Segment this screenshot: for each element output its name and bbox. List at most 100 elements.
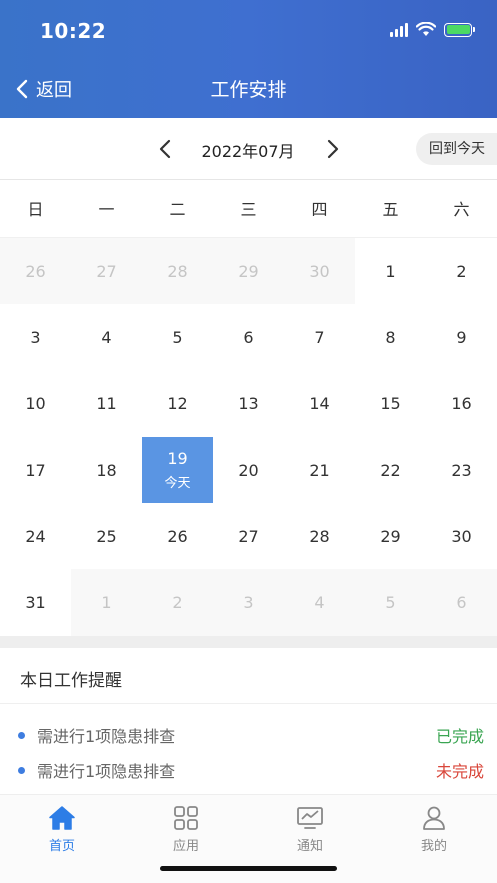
day-number: 27 bbox=[96, 261, 117, 281]
calendar-day[interactable]: 28 bbox=[284, 503, 355, 569]
tab-notifications-label: 通知 bbox=[296, 839, 323, 854]
calendar-day[interactable]: 26 bbox=[142, 503, 213, 569]
day-number: 2 bbox=[172, 593, 183, 613]
calendar-day[interactable]: 23 bbox=[426, 437, 497, 503]
calendar-day[interactable]: 9 bbox=[426, 304, 497, 370]
prev-month-button[interactable] bbox=[156, 138, 176, 164]
calendar-day[interactable]: 14 bbox=[284, 371, 355, 437]
tab-home[interactable]: 首页 bbox=[17, 805, 107, 854]
day-number: 3 bbox=[243, 593, 254, 613]
calendar-day-today[interactable]: 19 今天 bbox=[142, 436, 213, 504]
calendar-day[interactable]: 2 bbox=[142, 569, 213, 636]
month-navigation: 2022年07月 回到今天 bbox=[0, 118, 497, 180]
apps-grid-icon bbox=[174, 806, 198, 830]
calendar-day[interactable]: 5 bbox=[355, 569, 426, 636]
reminder-text: 需进行1项隐患排查 bbox=[37, 727, 176, 746]
calendar-day[interactable]: 12 bbox=[142, 371, 213, 437]
day-number: 4 bbox=[314, 593, 325, 613]
weekday-wed: 三 bbox=[240, 200, 257, 219]
calendar-day[interactable]: 3 bbox=[213, 569, 284, 636]
calendar-day[interactable]: 17 bbox=[0, 437, 71, 503]
calendar-grid: 26 27 28 29 30 1 2 3 4 5 6 7 8 9 10 11 12 13 14 15 16 17 18 19 今… bbox=[0, 238, 497, 636]
month-label: 2022年07月 bbox=[201, 142, 295, 161]
bullet-dot-icon bbox=[18, 766, 25, 774]
calendar-day[interactable]: 10 bbox=[0, 371, 71, 437]
tab-apps-label: 应用 bbox=[172, 839, 199, 854]
calendar-day[interactable]: 7 bbox=[284, 304, 355, 370]
weekday-fri: 五 bbox=[382, 200, 399, 219]
day-number: 17 bbox=[25, 460, 46, 480]
app-header: 10:22 返回 工作安排 bbox=[0, 0, 497, 118]
calendar-day[interactable]: 31 bbox=[0, 569, 71, 635]
weekday-mon: 一 bbox=[98, 200, 115, 219]
bullet-dot-icon bbox=[18, 731, 25, 739]
calendar-day[interactable]: 16 bbox=[426, 371, 497, 437]
day-number: 6 bbox=[243, 327, 254, 347]
calendar-day[interactable]: 18 bbox=[71, 437, 142, 503]
calendar-day[interactable]: 1 bbox=[355, 238, 426, 304]
calendar-day[interactable]: 8 bbox=[355, 304, 426, 370]
reminder-item[interactable]: 需进行1项隐患排查 未完成 bbox=[18, 756, 484, 784]
calendar-day[interactable]: 30 bbox=[284, 238, 355, 305]
divider bbox=[0, 703, 497, 704]
day-number: 26 bbox=[25, 261, 46, 281]
tab-notifications[interactable]: 通知 bbox=[265, 805, 355, 854]
day-number: 18 bbox=[96, 460, 117, 480]
day-number: 29 bbox=[238, 261, 259, 281]
calendar-day[interactable]: 29 bbox=[213, 238, 284, 305]
day-number: 4 bbox=[101, 327, 112, 347]
day-number: 28 bbox=[309, 526, 330, 546]
daily-reminders-panel: 本日工作提醒 需进行1项隐患排查 已完成 需进行1项隐患排查 未完成 bbox=[0, 648, 497, 794]
day-number: 7 bbox=[314, 327, 325, 347]
calendar-day[interactable]: 20 bbox=[213, 437, 284, 503]
calendar-day[interactable]: 26 bbox=[0, 238, 71, 305]
today-label: 今天 bbox=[164, 476, 191, 492]
calendar-day[interactable]: 2 bbox=[426, 238, 497, 304]
calendar-day[interactable]: 3 bbox=[0, 304, 71, 370]
calendar-day[interactable]: 13 bbox=[213, 371, 284, 437]
day-number: 1 bbox=[101, 593, 112, 613]
calendar-day[interactable]: 24 bbox=[0, 503, 71, 569]
back-to-today-button[interactable]: 回到今天 bbox=[416, 133, 497, 165]
day-number: 29 bbox=[380, 526, 401, 546]
calendar-day[interactable]: 21 bbox=[284, 437, 355, 503]
weekday-header: 日 一 二 三 四 五 六 bbox=[0, 181, 497, 238]
calendar-day[interactable]: 6 bbox=[426, 569, 497, 636]
day-number: 24 bbox=[25, 526, 46, 546]
day-number: 9 bbox=[456, 327, 467, 347]
reminder-text: 需进行1项隐患排查 bbox=[37, 762, 176, 781]
tab-profile[interactable]: 我的 bbox=[389, 805, 479, 854]
calendar-day[interactable]: 1 bbox=[71, 569, 142, 636]
calendar-day[interactable]: 27 bbox=[213, 503, 284, 569]
day-number: 28 bbox=[167, 261, 188, 281]
day-number: 5 bbox=[172, 327, 183, 347]
calendar-day[interactable]: 25 bbox=[71, 503, 142, 569]
day-number: 23 bbox=[451, 460, 472, 480]
signal-icon bbox=[390, 22, 408, 37]
home-indicator bbox=[160, 866, 337, 871]
day-number: 22 bbox=[380, 460, 401, 480]
calendar-day[interactable]: 11 bbox=[71, 371, 142, 437]
calendar-day[interactable]: 30 bbox=[426, 503, 497, 569]
calendar-day[interactable]: 29 bbox=[355, 503, 426, 569]
status-icons bbox=[390, 22, 475, 37]
calendar-day[interactable]: 4 bbox=[284, 569, 355, 636]
calendar-day[interactable]: 28 bbox=[142, 238, 213, 305]
next-month-button[interactable] bbox=[322, 138, 342, 164]
day-number: 30 bbox=[451, 526, 472, 546]
calendar-day[interactable]: 22 bbox=[355, 437, 426, 503]
day-number: 25 bbox=[96, 526, 117, 546]
wifi-icon bbox=[416, 22, 436, 36]
calendar-day[interactable]: 6 bbox=[213, 304, 284, 370]
day-number: 5 bbox=[385, 593, 396, 613]
person-icon bbox=[423, 806, 445, 830]
calendar-day[interactable]: 15 bbox=[355, 371, 426, 437]
day-number: 12 bbox=[167, 394, 188, 414]
calendar-day[interactable]: 5 bbox=[142, 304, 213, 370]
reminder-status: 已完成 bbox=[435, 727, 484, 746]
calendar-day[interactable]: 27 bbox=[71, 238, 142, 305]
calendar-day[interactable]: 4 bbox=[71, 304, 142, 370]
reminder-item[interactable]: 需进行1项隐患排查 已完成 bbox=[18, 721, 484, 749]
day-number: 14 bbox=[309, 394, 330, 414]
tab-apps[interactable]: 应用 bbox=[141, 805, 231, 854]
